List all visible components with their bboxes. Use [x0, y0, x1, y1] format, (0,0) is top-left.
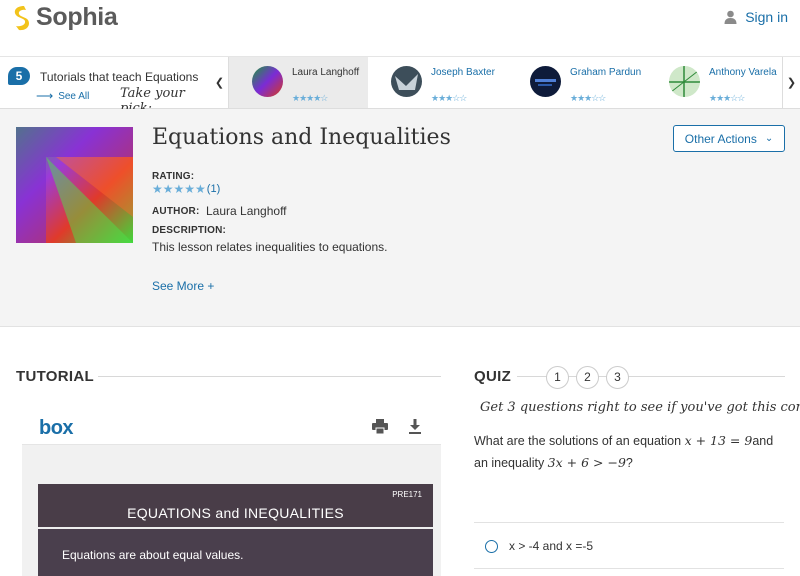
author-name: Laura Langhoff [206, 204, 287, 218]
slide-header: PRE171 EQUATIONS and INEQUALITIES [38, 484, 433, 529]
tutorial-card[interactable]: Laura Langhoff ★★★★☆ [229, 57, 369, 108]
tutorial-card[interactable]: Graham Pardun ★★★☆☆ [507, 57, 647, 108]
description-text: This lesson relates inequalities to equa… [152, 240, 388, 254]
viewer-toolbar: box [22, 405, 441, 445]
document-viewer[interactable]: box PRE171 EQUATIONS and INEQUALITIES Eq… [22, 405, 441, 576]
arrow-right-icon: ⟶ [36, 89, 54, 103]
other-actions-label: Other Actions [684, 131, 757, 146]
chevron-down-icon: ⌄ [764, 133, 774, 144]
tutorial-rating-stars: ★★★☆☆ [709, 93, 745, 103]
user-icon [724, 10, 737, 24]
tutorial-count-badge: 5 [8, 67, 30, 85]
slide-code: PRE171 [392, 490, 422, 499]
quiz-answer-option[interactable]: x > -4 and x =-5 [474, 522, 784, 569]
strip-prev-button[interactable]: ❮ [211, 57, 229, 108]
strip-intro: 5 Tutorials that teach Equations and Ine… [0, 57, 212, 116]
see-more-link[interactable]: See More + [152, 279, 214, 293]
quiz-step-1[interactable]: 1 [546, 366, 569, 389]
lesson-rating[interactable]: ★★★★★ (1) [152, 182, 220, 196]
tutorial-thumbnail [252, 66, 283, 97]
lesson-banner: Equations and Inequalities Other Actions… [0, 109, 800, 327]
rating-stars: ★★★★★ [152, 182, 206, 196]
tutorial-thumbnail [530, 66, 561, 97]
tutorial-thumbnail [391, 66, 422, 97]
lesson-title: Equations and Inequalities [152, 125, 451, 150]
answer-radio[interactable] [485, 540, 498, 553]
slide-body-text: Equations are about equal values. [62, 548, 244, 562]
tutorial-rating-stars: ★★★☆☆ [431, 93, 467, 103]
logo-text: Sophia [36, 3, 118, 31]
other-actions-button[interactable]: Other Actions ⌄ [673, 125, 785, 152]
sign-in-label: Sign in [745, 9, 788, 25]
tutorial-card[interactable]: Anthony Varela ★★★☆☆ [646, 57, 783, 108]
rating-label: RATING: [152, 171, 195, 182]
quiz-step-3[interactable]: 3 [606, 366, 629, 389]
download-icon[interactable] [408, 419, 422, 434]
sophia-logo-icon [14, 5, 29, 30]
quiz-prompt: Get 3 questions right to see if you've g… [480, 400, 800, 415]
see-all-link[interactable]: ⟶ See All [36, 89, 89, 103]
description-label: DESCRIPTION: [152, 225, 227, 236]
tutorial-heading: TUTORIAL [16, 368, 94, 385]
sophia-logo[interactable]: Sophia [10, 3, 118, 32]
inequality-math: 3x + 6 > −9 [547, 455, 626, 470]
chevron-right-icon: ❯ [786, 77, 797, 89]
rating-count: (1) [206, 183, 221, 195]
tutorials-strip: 5 Tutorials that teach Equations and Ine… [0, 57, 800, 116]
answer-text: x > -4 and x =-5 [509, 539, 594, 553]
slide-title: EQUATIONS and INEQUALITIES [127, 505, 344, 521]
box-logo: box [39, 417, 74, 439]
tutorial-divider [98, 376, 441, 377]
quiz-step-2[interactable]: 2 [576, 366, 599, 389]
sign-in-link[interactable]: Sign in [724, 9, 788, 25]
equation-math: x + 13 = 9 [684, 433, 753, 448]
question-text-part: What are the solutions of an equation [474, 434, 685, 448]
question-text-part: ? [625, 456, 633, 470]
tutorial-card[interactable]: Joseph Baxter ★★★☆☆ [368, 57, 508, 108]
strip-next-button[interactable]: ❯ [782, 57, 800, 108]
tutorial-rating-stars: ★★★★☆ [292, 93, 328, 103]
tutorial-author: Laura Langhoff [292, 67, 360, 78]
tutorial-thumbnail [669, 66, 700, 97]
strip-intro-text: Tutorials that teach Equations and Inequ… [40, 70, 200, 84]
print-icon[interactable] [372, 419, 388, 434]
see-all-label: See All [58, 90, 90, 102]
slide-page: PRE171 EQUATIONS and INEQUALITIES Equati… [38, 484, 433, 576]
chevron-left-icon: ❮ [214, 77, 225, 89]
lesson-thumbnail [16, 127, 133, 243]
quiz-heading: QUIZ [474, 368, 512, 385]
author-label: AUTHOR: [152, 206, 200, 217]
tutorial-author: Anthony Varela [709, 67, 777, 78]
quiz-question: What are the solutions of an equation x … [474, 430, 789, 474]
site-header: Sophia Sign in [0, 0, 800, 57]
tutorial-author: Graham Pardun [570, 67, 642, 78]
tutorial-rating-stars: ★★★☆☆ [570, 93, 606, 103]
tutorial-author: Joseph Baxter [431, 67, 495, 78]
